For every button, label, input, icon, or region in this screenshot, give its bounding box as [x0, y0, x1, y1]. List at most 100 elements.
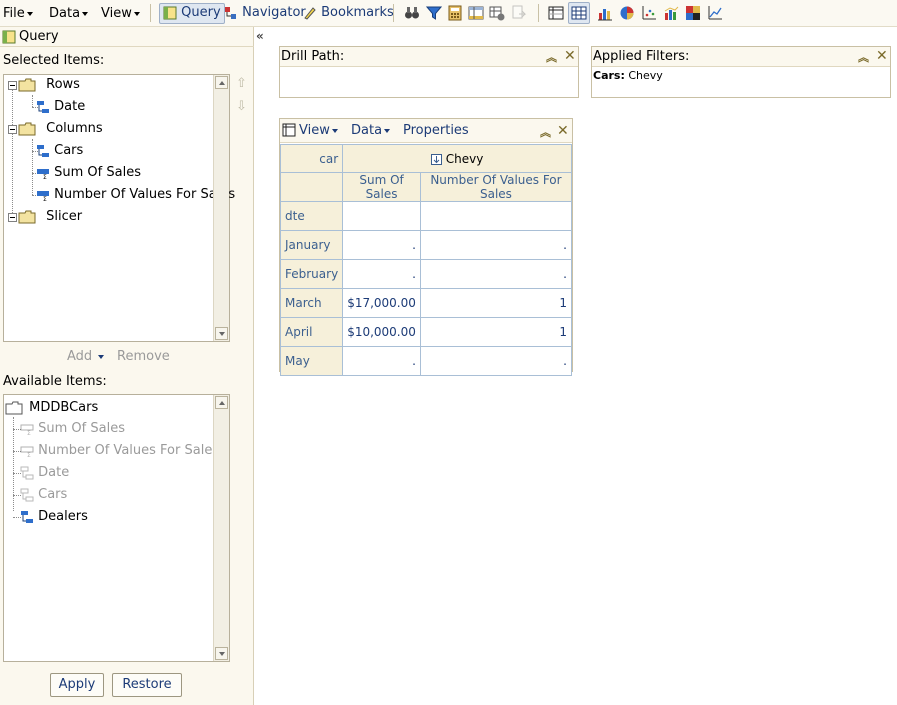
bar-chart-icon[interactable] — [597, 5, 613, 21]
data-cell: . — [419, 259, 573, 289]
query-button[interactable]: Query — [159, 3, 225, 24]
table-icon — [282, 123, 296, 137]
apply-button[interactable]: Apply — [50, 673, 104, 697]
row-header[interactable]: March — [279, 288, 344, 318]
scroll-down-button[interactable] — [215, 647, 228, 660]
drill-path-title: Drill Path: — [281, 49, 345, 64]
data-cell: . — [342, 346, 421, 376]
row-dimension-header[interactable]: dte — [279, 201, 344, 231]
row-header[interactable]: February — [279, 259, 344, 289]
crosstab-table: car Chevy Sum Of Sales Number Of Values … — [279, 144, 573, 376]
data-cell — [342, 201, 421, 231]
minimize-icon[interactable]: ︽ — [546, 49, 557, 65]
table-options-icon[interactable] — [489, 5, 505, 21]
table-view-icon[interactable] — [548, 5, 564, 21]
remove-button[interactable]: Remove — [117, 349, 170, 364]
calculator-icon[interactable] — [447, 5, 463, 21]
folder-icon — [18, 122, 36, 135]
toolbar-separator — [538, 4, 539, 22]
scroll-up-button[interactable] — [215, 76, 228, 89]
measure-header-sum-of-sales[interactable]: Sum Of Sales — [342, 172, 421, 202]
data-cell: . — [342, 259, 421, 289]
tree-node-cars[interactable]: Cars — [36, 142, 83, 160]
data-menu[interactable]: Data — [49, 6, 89, 21]
hierarchy-icon — [20, 466, 34, 479]
folder-icon — [18, 210, 36, 223]
tree-node-columns[interactable]: Columns — [18, 120, 103, 138]
available-node-date[interactable]: Date — [20, 464, 69, 482]
totals-icon[interactable] — [468, 5, 484, 21]
available-node-number-of-values[interactable]: Σ Number Of Values For Sales — [20, 442, 219, 460]
available-items-tree[interactable]: MDDBCars Σ Sum Of Sales Σ Number Of Valu… — [3, 394, 230, 662]
measure-icon: Σ — [37, 190, 49, 202]
crosstab-panel: View Data Properties ︽ ✕ car Chevy Sum O… — [279, 118, 573, 376]
tree-node-sum-of-sales[interactable]: Σ Sum Of Sales — [36, 164, 141, 182]
available-items-scrollbar[interactable] — [213, 395, 229, 661]
view-menu[interactable]: View — [101, 6, 140, 21]
collapse-columns-toggle[interactable] — [8, 125, 17, 134]
add-button[interactable]: Add — [67, 349, 105, 364]
bar-line-chart-icon[interactable] — [663, 5, 679, 21]
collapse-panel-icon[interactable]: « — [256, 29, 264, 43]
chevron-down-icon — [82, 11, 89, 16]
selected-items-scrollbar[interactable] — [213, 75, 229, 341]
tree-node-mddbcars[interactable]: MDDBCars — [5, 399, 98, 417]
chevron-down-icon — [384, 128, 391, 133]
move-down-icon[interactable]: ⇩ — [236, 99, 247, 114]
table-row: March $17,000.00 1 — [279, 288, 573, 318]
grid-properties-link[interactable]: Properties — [403, 123, 469, 138]
minimize-icon[interactable]: ︽ — [858, 49, 869, 65]
row-header[interactable]: January — [279, 230, 344, 260]
grid-data-menu[interactable]: Data — [351, 123, 391, 138]
table-row: April $10,000.00 1 — [279, 317, 573, 347]
file-menu[interactable]: File — [3, 6, 33, 21]
move-up-icon[interactable]: ⇧ — [236, 76, 247, 91]
collapse-rows-toggle[interactable] — [8, 81, 17, 90]
tree-line — [12, 85, 13, 217]
scatter-plot-icon[interactable] — [641, 5, 657, 21]
crosstab-header: View Data Properties ︽ ✕ — [280, 119, 572, 143]
close-icon[interactable]: ✕ — [876, 48, 888, 64]
tile-chart-icon[interactable] — [685, 5, 701, 21]
selected-items-tree[interactable]: Rows Date Columns Cars Σ Sum Of Sales Σ … — [3, 74, 235, 342]
query-panel-header: Query — [0, 27, 254, 47]
collapse-slicer-toggle[interactable] — [8, 213, 17, 222]
minimize-icon[interactable]: ︽ — [540, 124, 551, 140]
binoculars-icon[interactable] — [404, 5, 420, 21]
grid-view-menu[interactable]: View — [299, 123, 338, 138]
row-header[interactable]: April — [279, 317, 344, 347]
line-chart-icon[interactable] — [707, 5, 723, 21]
pie-chart-icon[interactable] — [619, 5, 635, 21]
query-panel-title: Query — [19, 29, 59, 44]
scroll-up-button[interactable] — [215, 396, 228, 409]
drill-down-icon[interactable] — [430, 153, 442, 165]
crosstab-view-button[interactable] — [568, 2, 590, 24]
restore-button[interactable]: Restore — [112, 673, 182, 697]
navigator-button[interactable]: Navigator — [221, 3, 309, 24]
drill-path-panel: Drill Path: ︽ ✕ — [279, 46, 579, 98]
chevron-down-icon — [331, 128, 338, 133]
measure-icon: Σ — [20, 424, 34, 436]
table-row: car Chevy — [279, 144, 572, 173]
measure-header-number-of-values[interactable]: Number Of Values For Sales — [419, 172, 573, 202]
export-icon[interactable] — [511, 5, 527, 21]
tree-node-number-of-values[interactable]: Σ Number Of Values For Sales — [36, 186, 235, 204]
svg-text:Σ: Σ — [27, 430, 31, 436]
close-icon[interactable]: ✕ — [557, 123, 569, 139]
column-group-header[interactable]: Chevy — [342, 144, 572, 173]
hierarchy-icon — [21, 510, 33, 523]
applied-filters-header: Applied Filters: ︽ ✕ — [592, 47, 890, 67]
row-header[interactable]: May — [279, 346, 344, 376]
tree-node-rows[interactable]: Rows — [18, 76, 80, 94]
tree-node-slicer[interactable]: Slicer — [18, 208, 82, 226]
available-node-sum-of-sales[interactable]: Σ Sum Of Sales — [20, 420, 125, 438]
bookmarks-button[interactable]: Bookmarks — [300, 3, 397, 24]
filter-icon[interactable] — [426, 5, 442, 21]
available-node-dealers[interactable]: Dealers — [20, 508, 88, 526]
data-cell: . — [419, 230, 573, 260]
close-icon[interactable]: ✕ — [564, 48, 576, 64]
available-node-cars[interactable]: Cars — [20, 486, 67, 504]
tree-node-date[interactable]: Date — [36, 98, 85, 116]
filter-key: Cars: — [593, 69, 625, 82]
scroll-down-button[interactable] — [215, 327, 228, 340]
